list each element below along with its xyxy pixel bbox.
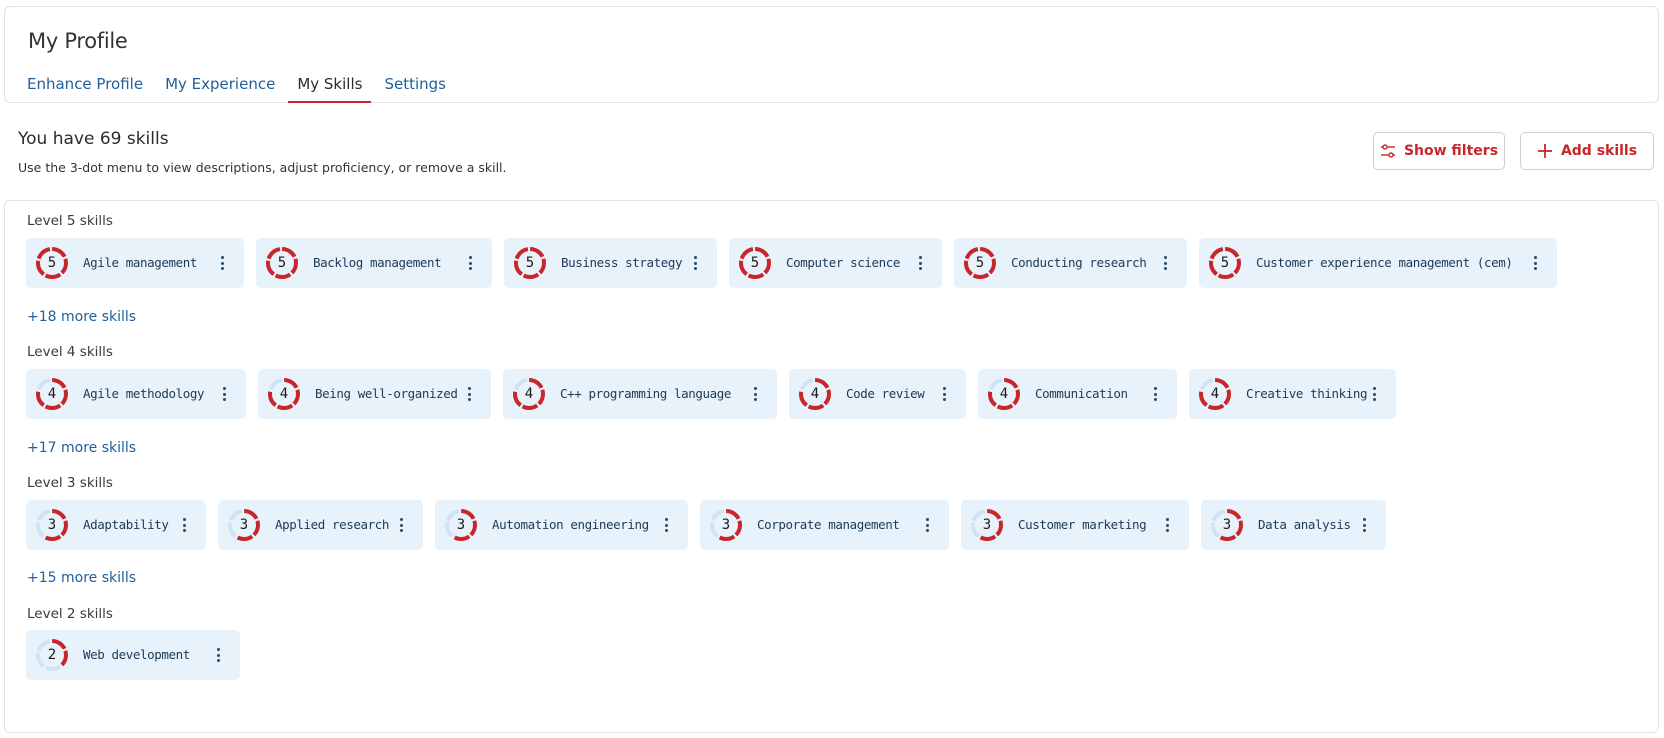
- more-options-icon[interactable]: [463, 385, 475, 403]
- tab-my-skills[interactable]: My Skills: [288, 65, 372, 103]
- skill-label: Agile methodology: [83, 386, 205, 401]
- skill-chip[interactable]: 4 Communication: [978, 369, 1177, 419]
- skill-chip[interactable]: 4 C++ programming language: [503, 369, 777, 419]
- proficiency-level-number: 5: [975, 255, 985, 271]
- add-skills-button[interactable]: Add skills: [1520, 132, 1654, 170]
- more-skills-link-level-4[interactable]: +17 more skills: [27, 440, 136, 456]
- skill-chip[interactable]: 5 Backlog management: [256, 238, 492, 288]
- more-options-icon[interactable]: [914, 254, 926, 272]
- more-options-icon[interactable]: [660, 516, 672, 534]
- tab-my-experience[interactable]: My Experience: [156, 65, 284, 103]
- skill-label: Data analysis: [1258, 517, 1351, 532]
- proficiency-level-number: 3: [982, 517, 992, 533]
- skills-count-heading: You have 69 skills: [18, 129, 169, 149]
- add-skills-label: Add skills: [1560, 143, 1638, 159]
- page-title: My Profile: [28, 29, 128, 53]
- more-options-icon[interactable]: [921, 516, 933, 534]
- skills-instructions: Use the 3-dot menu to view descriptions,…: [18, 160, 507, 175]
- skill-chip[interactable]: 5 Agile management: [26, 238, 244, 288]
- skill-chip[interactable]: 5 Business strategy: [504, 238, 717, 288]
- proficiency-level-number: 5: [525, 255, 535, 271]
- proficiency-level-number: 4: [999, 386, 1009, 402]
- skill-chip[interactable]: 5 Conducting research: [954, 238, 1187, 288]
- skill-label: Conducting research: [1011, 255, 1147, 270]
- skill-label: Automation engineering: [492, 517, 649, 532]
- more-options-icon[interactable]: [1529, 254, 1541, 272]
- tab-settings[interactable]: Settings: [375, 65, 455, 103]
- proficiency-level-number: 4: [279, 386, 289, 402]
- more-options-icon[interactable]: [212, 646, 224, 664]
- proficiency-level-number: 5: [1220, 255, 1230, 271]
- skill-label: Customer experience management (cem): [1256, 255, 1513, 270]
- level-3-heading: Level 3 skills: [27, 475, 113, 491]
- more-skills-link-level-5[interactable]: +18 more skills: [27, 309, 136, 325]
- more-options-icon[interactable]: [689, 254, 701, 272]
- skill-chip[interactable]: 3 Automation engineering: [435, 500, 688, 550]
- proficiency-level-number: 3: [721, 517, 731, 533]
- proficiency-level-number: 5: [750, 255, 760, 271]
- level-4-heading: Level 4 skills: [27, 344, 113, 360]
- skill-label: Corporate management: [757, 517, 900, 532]
- tab-enhance-profile[interactable]: Enhance Profile: [18, 65, 152, 103]
- more-options-icon[interactable]: [1368, 385, 1380, 403]
- skill-label: Business strategy: [561, 255, 683, 270]
- skills-panel: Level 5 skills 5 Agile management 5 Backlo…: [4, 200, 1659, 733]
- skill-chip[interactable]: 3 Data analysis: [1201, 500, 1386, 550]
- profile-header: My Profile Enhance Profile My Experience…: [4, 6, 1659, 103]
- proficiency-level-number: 3: [239, 517, 249, 533]
- more-options-icon[interactable]: [178, 516, 190, 534]
- skill-chip[interactable]: 5 Computer science: [729, 238, 942, 288]
- profile-tabs: Enhance Profile My Experience My Skills …: [18, 65, 459, 103]
- skill-label: Being well-organized: [315, 386, 458, 401]
- skill-chip[interactable]: 3 Adaptability: [26, 500, 206, 550]
- skill-chip[interactable]: 3 Corporate management: [700, 500, 949, 550]
- more-options-icon[interactable]: [218, 385, 230, 403]
- level-5-heading: Level 5 skills: [27, 213, 113, 229]
- proficiency-level-number: 4: [47, 386, 57, 402]
- more-options-icon[interactable]: [749, 385, 761, 403]
- skill-chip[interactable]: 5 Customer experience management (cem): [1199, 238, 1557, 288]
- skill-chip[interactable]: 2 Web development: [26, 630, 240, 680]
- more-options-icon[interactable]: [1159, 254, 1171, 272]
- proficiency-level-number: 3: [1222, 517, 1232, 533]
- proficiency-level-number: 4: [1210, 386, 1220, 402]
- proficiency-level-number: 5: [277, 255, 287, 271]
- more-options-icon[interactable]: [1358, 516, 1370, 534]
- skill-chip[interactable]: 4 Being well-organized: [258, 369, 491, 419]
- skill-label: Adaptability: [83, 517, 169, 532]
- skill-label: Backlog management: [313, 255, 442, 270]
- more-options-icon[interactable]: [216, 254, 228, 272]
- more-options-icon[interactable]: [938, 385, 950, 403]
- skill-label: Web development: [83, 647, 190, 662]
- skill-chip[interactable]: 4 Creative thinking: [1189, 369, 1396, 419]
- proficiency-level-number: 5: [47, 255, 57, 271]
- skill-label: Communication: [1035, 386, 1128, 401]
- plus-icon: [1537, 143, 1553, 159]
- more-options-icon[interactable]: [1161, 516, 1173, 534]
- skill-label: C++ programming language: [560, 386, 732, 401]
- proficiency-level-number: 4: [524, 386, 534, 402]
- filter-sliders-icon: [1380, 143, 1396, 159]
- proficiency-level-number: 3: [456, 517, 466, 533]
- skill-label: Applied research: [275, 517, 390, 532]
- show-filters-label: Show filters: [1403, 143, 1499, 159]
- skill-chip[interactable]: 3 Customer marketing: [961, 500, 1189, 550]
- more-options-icon[interactable]: [1149, 385, 1161, 403]
- skill-chip[interactable]: 4 Agile methodology: [26, 369, 246, 419]
- skill-chip[interactable]: 3 Applied research: [218, 500, 423, 550]
- more-skills-link-level-3[interactable]: +15 more skills: [27, 570, 136, 586]
- skill-label: Customer marketing: [1018, 517, 1147, 532]
- show-filters-button[interactable]: Show filters: [1373, 132, 1505, 170]
- skill-label: Code review: [846, 386, 925, 401]
- proficiency-level-number: 2: [47, 647, 57, 663]
- more-options-icon[interactable]: [464, 254, 476, 272]
- skill-label: Computer science: [786, 255, 901, 270]
- proficiency-level-number: 3: [47, 517, 57, 533]
- level-2-heading: Level 2 skills: [27, 606, 113, 622]
- skill-chip[interactable]: 4 Code review: [789, 369, 966, 419]
- skill-label: Creative thinking: [1246, 386, 1368, 401]
- proficiency-level-number: 4: [810, 386, 820, 402]
- skill-label: Agile management: [83, 255, 198, 270]
- more-options-icon[interactable]: [395, 516, 407, 534]
